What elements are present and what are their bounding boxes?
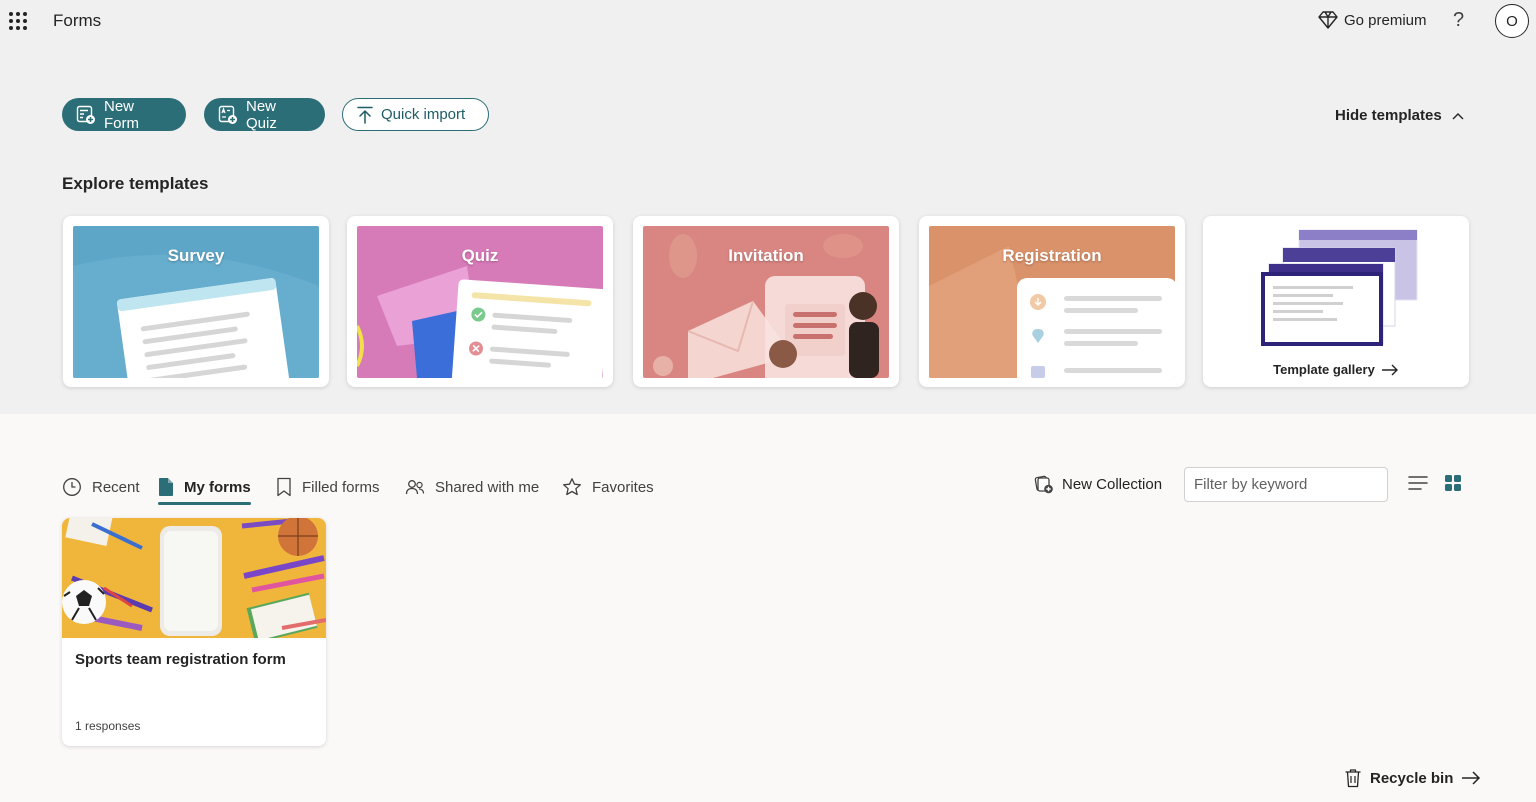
app-title[interactable]: Forms — [53, 11, 101, 31]
tab-filled-forms[interactable]: Filled forms — [276, 472, 380, 502]
new-quiz-label: New Quiz — [246, 97, 277, 132]
template-gallery-preview — [1261, 229, 1418, 346]
quick-import-button[interactable]: Quick import — [342, 98, 489, 131]
template-title-quiz: Quiz — [461, 246, 499, 265]
new-quiz-button[interactable]: New Quiz — [204, 97, 325, 132]
tab-my-forms-label: My forms — [184, 478, 251, 496]
template-gallery-card[interactable]: Template gallery — [1203, 216, 1469, 387]
arrow-right-icon — [1462, 771, 1481, 785]
tab-favorites-label: Favorites — [592, 478, 654, 496]
tab-my-forms[interactable]: My forms — [158, 472, 251, 505]
form-response-count: 1 responses — [75, 719, 141, 733]
trash-icon — [1345, 769, 1361, 788]
app-launcher-icon[interactable] — [9, 12, 27, 30]
template-card-quiz[interactable]: Quiz — [347, 216, 613, 387]
tab-favorites[interactable]: Favorites — [562, 472, 654, 502]
tab-filled-forms-label: Filled forms — [302, 478, 380, 496]
form-title: Sports team registration form — [75, 651, 286, 668]
list-view-button[interactable] — [1408, 474, 1428, 497]
new-form-icon — [76, 105, 95, 124]
template-card-registration[interactable]: Registration — [919, 216, 1185, 387]
bookmark-icon — [277, 477, 291, 497]
template-gallery-label: Template gallery — [1273, 362, 1375, 377]
template-title-survey: Survey — [167, 246, 225, 265]
diamond-icon — [1318, 11, 1338, 29]
avatar[interactable]: O — [1495, 4, 1529, 38]
star-icon — [563, 478, 581, 496]
go-premium-button[interactable]: Go premium — [1318, 11, 1427, 29]
grid-view-button[interactable] — [1444, 474, 1462, 497]
chevron-up-icon — [1452, 112, 1464, 119]
filter-input[interactable] — [1184, 467, 1388, 502]
recycle-bin-link[interactable]: Recycle bin — [1344, 768, 1481, 788]
form-card[interactable]: Sports team registration form 1 response… — [62, 518, 326, 746]
survey-illustration: Survey — [73, 226, 319, 378]
tab-recent-label: Recent — [92, 478, 140, 496]
template-card-invitation[interactable]: Invitation — [633, 216, 899, 387]
quiz-illustration: Quiz — [357, 226, 603, 378]
new-collection-label: New Collection — [1062, 475, 1163, 493]
hide-templates-button[interactable]: Hide templates — [1335, 107, 1464, 124]
hide-templates-label: Hide templates — [1335, 107, 1442, 124]
registration-illustration: Registration — [929, 226, 1175, 378]
document-icon — [159, 478, 173, 496]
tab-shared-with-me-label: Shared with me — [435, 478, 540, 496]
new-quiz-icon — [218, 105, 237, 124]
new-collection-icon — [1034, 475, 1053, 494]
arrow-right-icon — [1381, 364, 1398, 375]
invitation-illustration: Invitation — [643, 226, 889, 378]
form-thumbnail — [62, 518, 326, 638]
new-collection-button[interactable]: New Collection — [1034, 474, 1162, 494]
new-form-label: New Form — [104, 97, 139, 132]
tab-shared-with-me[interactable]: Shared with me — [405, 472, 539, 502]
help-button[interactable]: ? — [1453, 9, 1464, 32]
template-title-invitation: Invitation — [728, 246, 804, 265]
explore-templates-heading: Explore templates — [62, 174, 209, 193]
template-card-survey[interactable]: Survey — [63, 216, 329, 387]
new-form-button[interactable]: New Form — [62, 97, 186, 132]
recycle-bin-label: Recycle bin — [1370, 769, 1454, 787]
clock-icon — [63, 478, 81, 496]
quick-import-label: Quick import — [381, 106, 466, 123]
list-view-icon — [1408, 476, 1428, 490]
template-title-registration: Registration — [1002, 246, 1102, 265]
people-icon — [405, 480, 425, 495]
template-gallery-link[interactable]: Template gallery — [1203, 362, 1469, 377]
go-premium-label: Go premium — [1344, 11, 1427, 29]
tab-recent[interactable]: Recent — [62, 472, 140, 502]
grid-view-icon — [1445, 475, 1461, 491]
upload-icon — [357, 106, 373, 124]
